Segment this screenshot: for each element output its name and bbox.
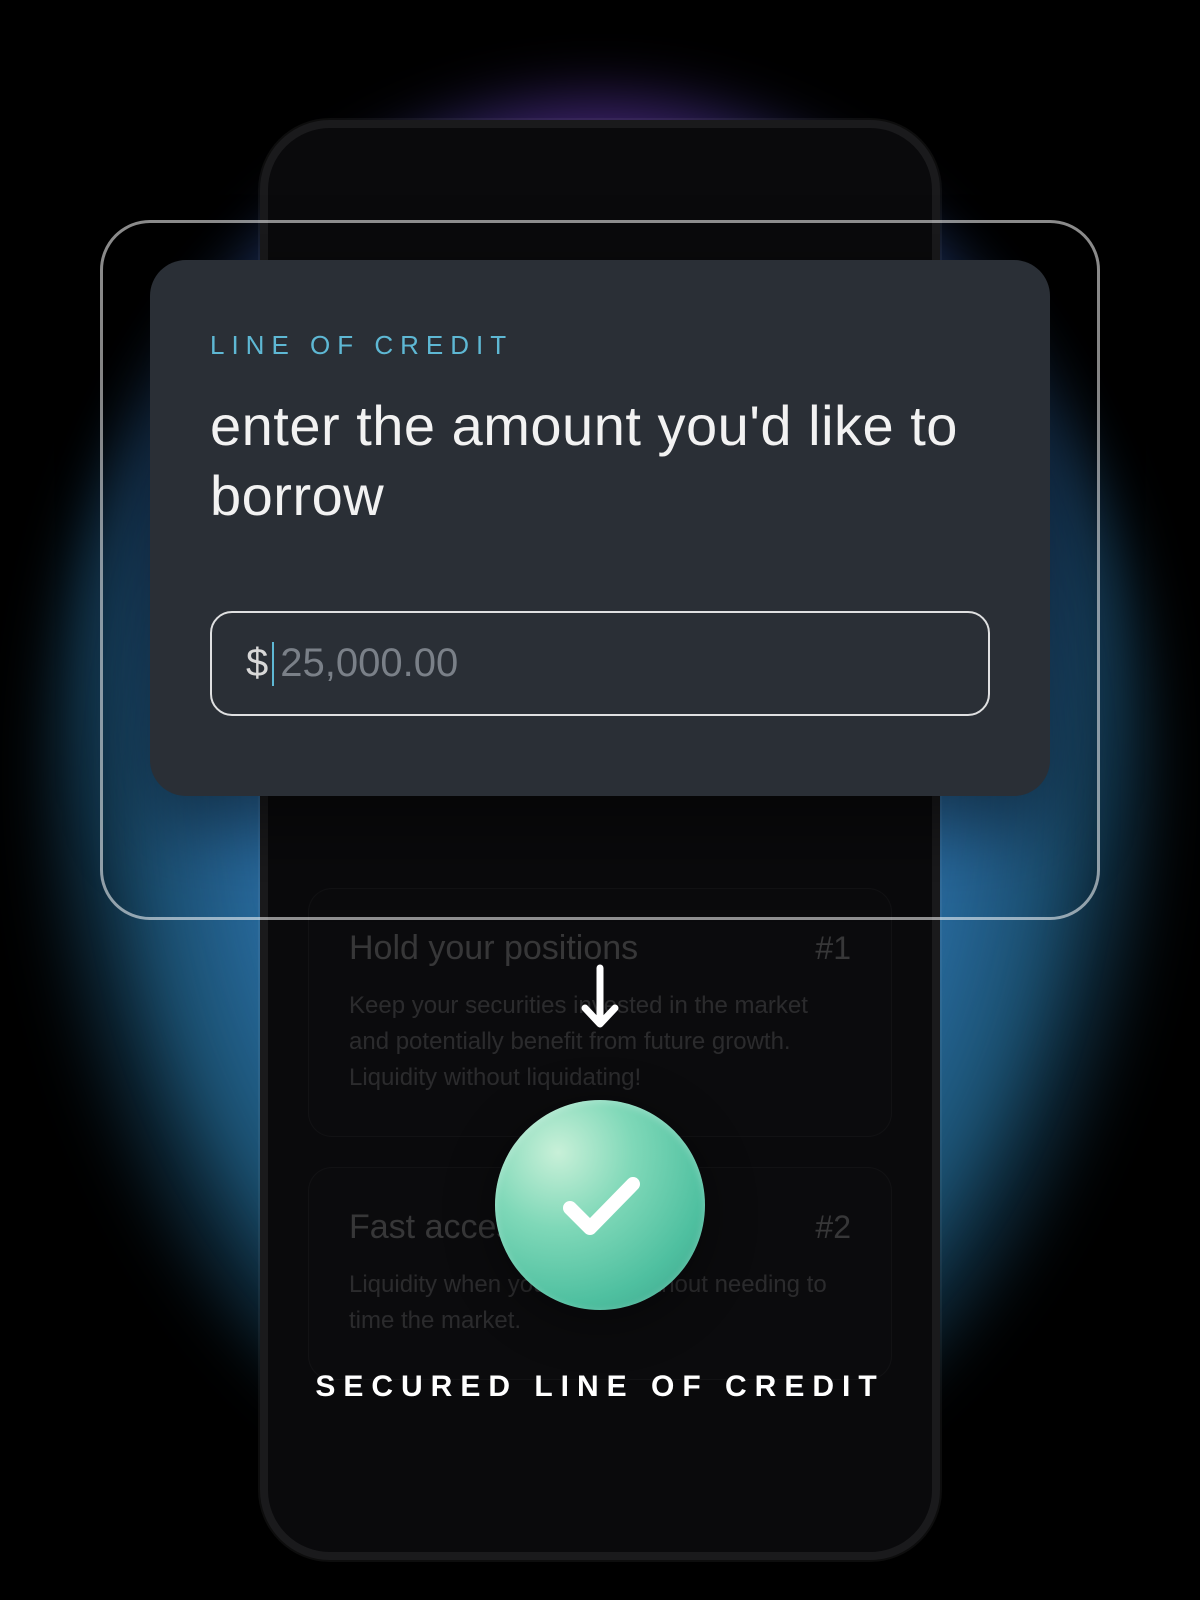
modal-eyebrow: LINE OF CREDIT (210, 330, 990, 361)
modal-title: enter the amount you'd like to borrow (210, 391, 990, 531)
success-checkmark-badge (495, 1100, 705, 1310)
arrow-down-icon (575, 960, 625, 1045)
borrow-amount-modal: LINE OF CREDIT enter the amount you'd li… (150, 260, 1050, 796)
currency-symbol: $ (246, 641, 268, 686)
text-caret (272, 642, 274, 686)
amount-input[interactable]: $ 25,000.00 (210, 611, 990, 716)
secured-line-of-credit-label: SECURED LINE OF CREDIT (315, 1370, 884, 1404)
amount-placeholder: 25,000.00 (280, 641, 458, 686)
checkmark-icon (545, 1150, 655, 1260)
feature-number: #2 (815, 1209, 851, 1246)
feature-number: #1 (815, 930, 851, 967)
